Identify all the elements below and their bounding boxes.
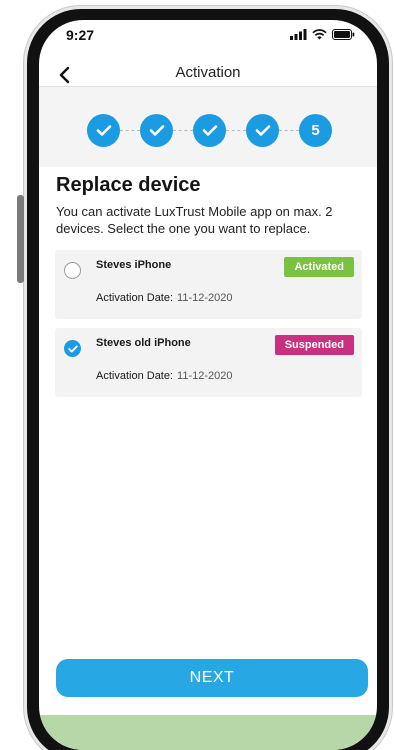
status-time: 9:27 [66, 27, 95, 43]
radio-unselected[interactable] [64, 262, 81, 279]
activation-row: Activation Date: 11-12-2020 [96, 370, 233, 382]
wifi-icon [312, 29, 327, 40]
activation-date-value: 11-12-2020 [177, 292, 233, 304]
radio-selected[interactable] [64, 340, 81, 357]
status-bar: 9:27 [39, 20, 377, 58]
page-description: You can activate LuxTrust Mobile app on … [56, 204, 333, 236]
step-connector [173, 130, 193, 131]
device-card-steves-iphone[interactable]: Steves iPhone Activated Activation Date:… [55, 250, 362, 319]
activation-date-value: 11-12-2020 [177, 370, 233, 382]
step-3-completed [193, 114, 226, 147]
step-1-completed [87, 114, 120, 147]
step-connector [120, 130, 140, 131]
page-header-title: Activation [175, 64, 241, 81]
checkmark-icon [255, 125, 270, 136]
status-badge: Suspended [274, 335, 354, 355]
checkmark-icon [96, 125, 111, 136]
step-number: 5 [311, 122, 320, 139]
step-connector [279, 130, 299, 131]
signal-icon [290, 29, 307, 40]
status-icons [290, 29, 355, 40]
checkmark-icon [202, 125, 217, 136]
phone-screen: 9:27 Activation 5 Replace device You can… [39, 20, 377, 750]
activation-row: Activation Date: 11-12-2020 [96, 292, 233, 304]
next-button[interactable]: NEXT [56, 659, 368, 697]
battery-icon [332, 29, 355, 40]
step-5-current: 5 [299, 114, 332, 147]
status-badge: Activated [284, 257, 354, 277]
device-card-steves-old-iphone[interactable]: Steves old iPhone Suspended Activation D… [55, 328, 362, 397]
device-name: Steves old iPhone [96, 337, 191, 349]
step-connector [226, 130, 246, 131]
page-title: Replace device [56, 174, 201, 196]
stepper-band: 5 [39, 87, 377, 167]
device-name: Steves iPhone [96, 259, 172, 271]
activation-date-label: Activation Date: [96, 292, 174, 304]
checkmark-icon [149, 125, 164, 136]
checkmark-icon [67, 345, 78, 352]
step-4-completed [246, 114, 279, 147]
bottom-band [39, 715, 377, 750]
phone-side-button [17, 195, 24, 283]
activation-date-label: Activation Date: [96, 370, 174, 382]
step-2-completed [140, 114, 173, 147]
progress-stepper: 5 [87, 114, 333, 147]
